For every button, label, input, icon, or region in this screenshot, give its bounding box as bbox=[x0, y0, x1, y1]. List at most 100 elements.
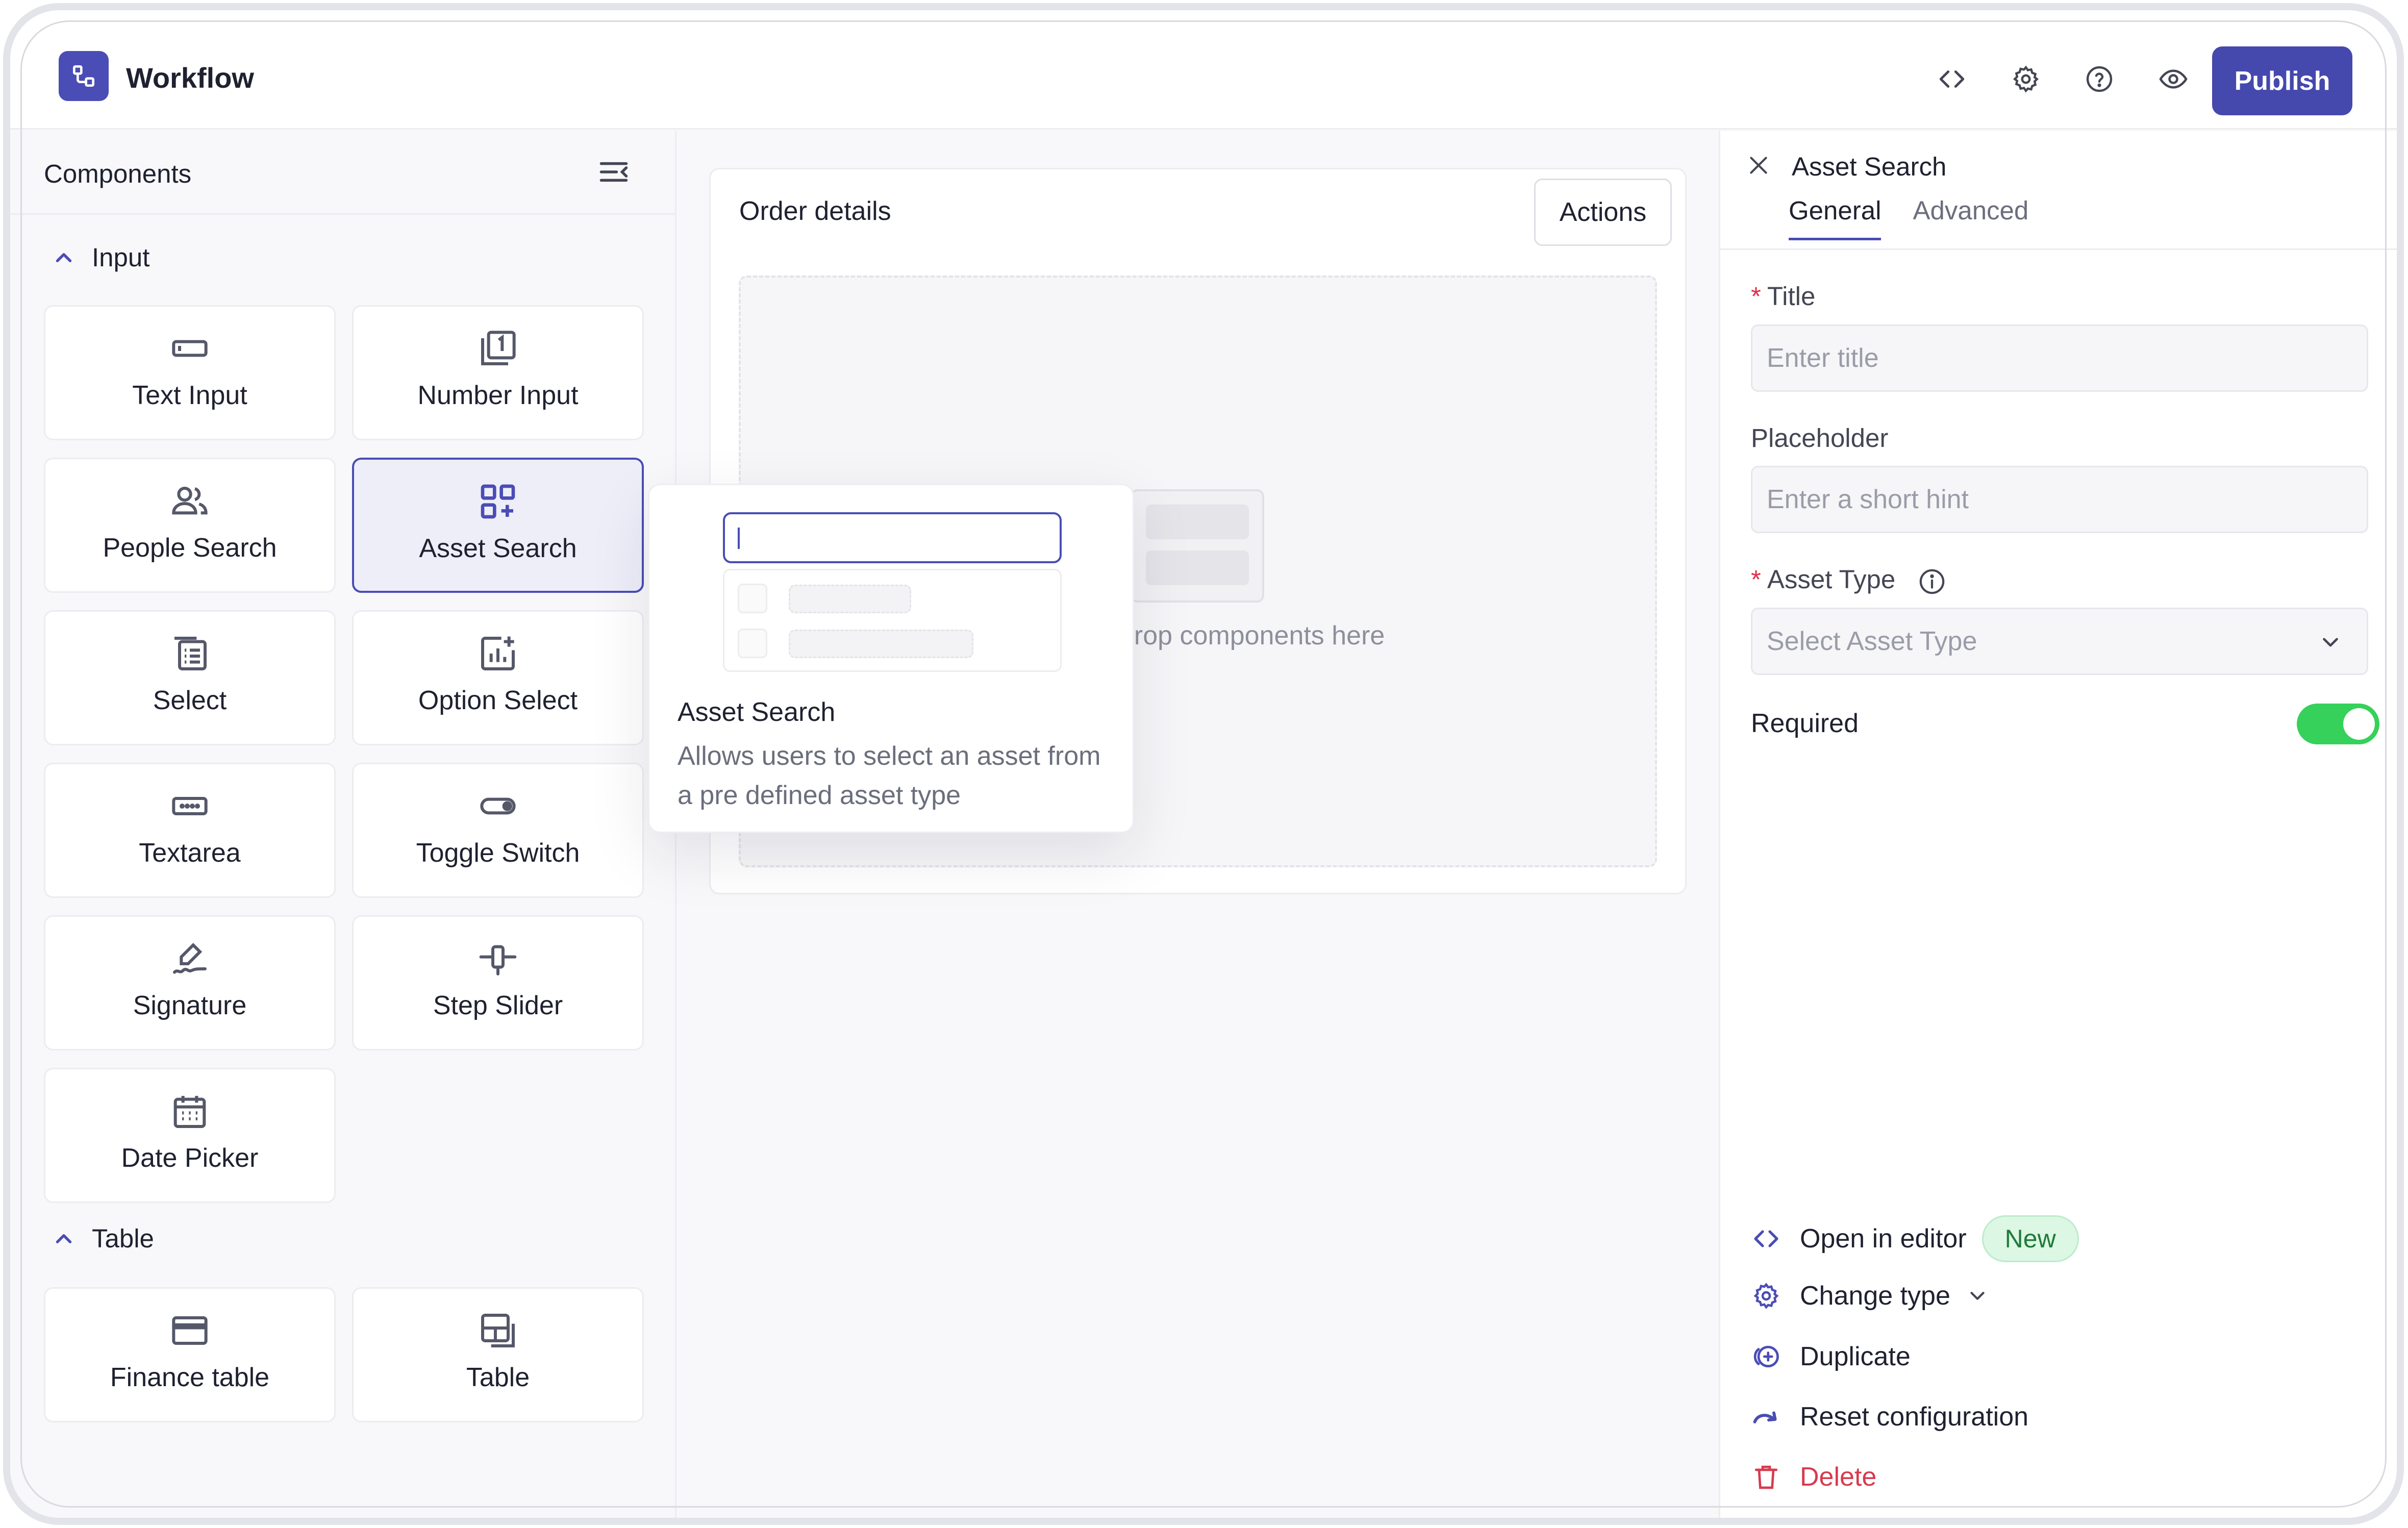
help-icon[interactable] bbox=[2084, 64, 2115, 94]
publish-button[interactable]: Publish bbox=[2212, 46, 2352, 115]
component-label: Toggle Switch bbox=[416, 838, 580, 868]
component-label: Asset Search bbox=[419, 534, 577, 563]
required-asterisk: * bbox=[1751, 282, 1761, 311]
component-asset-search[interactable]: Asset Search bbox=[352, 458, 644, 593]
required-label: Required bbox=[1751, 709, 1859, 738]
component-finance-table[interactable]: Finance table bbox=[44, 1287, 336, 1422]
chevron-down-icon bbox=[2323, 638, 2338, 647]
component-label: Table bbox=[466, 1363, 530, 1392]
asset-type-placeholder: Select Asset Type bbox=[1767, 627, 1977, 656]
delete-label: Delete bbox=[1800, 1462, 1877, 1492]
title-placeholder: Enter title bbox=[1767, 343, 1879, 373]
component-label: People Search bbox=[103, 533, 277, 563]
card-title: Order details bbox=[739, 196, 891, 226]
section-input-label: Input bbox=[92, 243, 150, 272]
required-asterisk: * bbox=[1751, 565, 1761, 594]
component-option-select[interactable]: Option Select bbox=[352, 610, 644, 745]
collapse-panel-icon[interactable] bbox=[597, 157, 631, 187]
top-header: Workflow Publish bbox=[10, 10, 2397, 130]
drop-hint-text: drop components here bbox=[1119, 621, 1385, 650]
drop-placeholder-ghost bbox=[1131, 489, 1264, 603]
component-number-input[interactable]: Number Input bbox=[352, 305, 644, 440]
title-input[interactable]: Enter title bbox=[1751, 324, 2368, 392]
section-input-toggle[interactable]: Input bbox=[51, 242, 149, 272]
gear-icon[interactable] bbox=[2011, 64, 2041, 94]
code-icon[interactable] bbox=[1937, 64, 1967, 94]
component-label: Signature bbox=[133, 991, 247, 1020]
app-title: Workflow bbox=[126, 62, 254, 94]
required-toggle[interactable] bbox=[2297, 704, 2379, 744]
actions-button[interactable]: Actions bbox=[1534, 179, 1672, 246]
signature-icon bbox=[169, 938, 210, 979]
placeholder-input[interactable]: Enter a short hint bbox=[1751, 466, 2368, 533]
placeholder-placeholder: Enter a short hint bbox=[1767, 485, 1969, 514]
option-select-icon bbox=[478, 633, 518, 674]
component-label: Number Input bbox=[417, 381, 579, 410]
component-signature[interactable]: Signature bbox=[44, 915, 336, 1050]
placeholder-field-label: Placeholder bbox=[1751, 423, 1889, 453]
app-window: Workflow Publish Components Input Text I… bbox=[3, 3, 2404, 1525]
info-icon[interactable] bbox=[1918, 567, 1946, 596]
table-icon bbox=[478, 1310, 518, 1351]
code-icon bbox=[1751, 1223, 1782, 1254]
toggle-knob bbox=[2343, 708, 2375, 740]
components-title: Components bbox=[44, 159, 192, 188]
components-header: Components bbox=[10, 131, 675, 215]
component-label: Step Slider bbox=[433, 991, 563, 1020]
properties-tabs: General Advanced bbox=[1789, 195, 2060, 240]
eye-icon[interactable] bbox=[2158, 64, 2189, 94]
open-in-editor-label: Open in editor bbox=[1800, 1224, 1967, 1254]
component-table[interactable]: Table bbox=[352, 1287, 644, 1422]
reset-configuration-button[interactable]: Reset configuration bbox=[1751, 1401, 2028, 1432]
trash-icon bbox=[1751, 1462, 1782, 1492]
close-icon[interactable] bbox=[1746, 153, 1771, 178]
tab-general[interactable]: General bbox=[1789, 195, 1882, 240]
duplicate-label: Duplicate bbox=[1800, 1342, 1911, 1371]
text-input-icon bbox=[169, 328, 210, 369]
preview-list bbox=[723, 569, 1062, 672]
workflow-logo-icon bbox=[59, 51, 109, 101]
duplicate-button[interactable]: Duplicate bbox=[1751, 1341, 1911, 1372]
select-icon bbox=[169, 633, 210, 674]
toggle-icon bbox=[478, 786, 518, 826]
component-text-input[interactable]: Text Input bbox=[44, 305, 336, 440]
section-table-label: Table bbox=[92, 1224, 154, 1253]
component-select[interactable]: Select bbox=[44, 610, 336, 745]
component-label: Select bbox=[153, 686, 227, 715]
open-in-editor-button[interactable]: Open in editor New bbox=[1751, 1215, 2079, 1262]
delete-button[interactable]: Delete bbox=[1751, 1462, 1876, 1492]
component-label: Date Picker bbox=[121, 1143, 259, 1173]
change-type-button[interactable]: Change type bbox=[1751, 1281, 1989, 1311]
title-label-text: Title bbox=[1767, 282, 1816, 311]
people-icon bbox=[169, 481, 210, 521]
textarea-icon bbox=[169, 786, 210, 826]
number-input-icon bbox=[478, 328, 518, 369]
redo-icon bbox=[1751, 1401, 1782, 1432]
components-panel: Components Input Text Input Number Input bbox=[10, 131, 676, 1518]
asset-type-select[interactable]: Select Asset Type bbox=[1751, 608, 2368, 675]
finance-table-icon bbox=[169, 1310, 210, 1351]
component-preview-tooltip: Asset Search Allows users to select an a… bbox=[648, 484, 1134, 833]
asset-type-field-label: * Asset Type bbox=[1751, 564, 1946, 596]
gear-icon bbox=[1751, 1281, 1782, 1311]
component-people-search[interactable]: People Search bbox=[44, 458, 336, 593]
tab-advanced[interactable]: Advanced bbox=[1913, 195, 2028, 240]
preview-input bbox=[723, 512, 1062, 563]
component-textarea[interactable]: Textarea bbox=[44, 763, 336, 898]
change-type-label: Change type bbox=[1800, 1281, 1950, 1311]
component-label: Finance table bbox=[110, 1363, 270, 1392]
chevron-up-icon bbox=[56, 253, 72, 262]
reset-configuration-label: Reset configuration bbox=[1800, 1402, 2029, 1432]
title-field-label: * Title bbox=[1751, 281, 1815, 311]
component-date-picker[interactable]: Date Picker bbox=[44, 1068, 336, 1203]
component-toggle-switch[interactable]: Toggle Switch bbox=[352, 763, 644, 898]
section-table-toggle[interactable]: Table bbox=[51, 1223, 154, 1254]
tooltip-description: Allows users to select an asset from a p… bbox=[678, 741, 1101, 810]
asset-type-label-text: Asset Type bbox=[1767, 565, 1896, 594]
component-step-slider[interactable]: Step Slider bbox=[352, 915, 644, 1050]
component-label: Text Input bbox=[132, 381, 247, 410]
properties-panel: Asset Search General Advanced * Title Ent… bbox=[1719, 131, 2397, 1518]
asset-search-icon bbox=[478, 481, 518, 522]
duplicate-icon bbox=[1751, 1341, 1782, 1372]
chevron-down-icon bbox=[1970, 1292, 1985, 1300]
